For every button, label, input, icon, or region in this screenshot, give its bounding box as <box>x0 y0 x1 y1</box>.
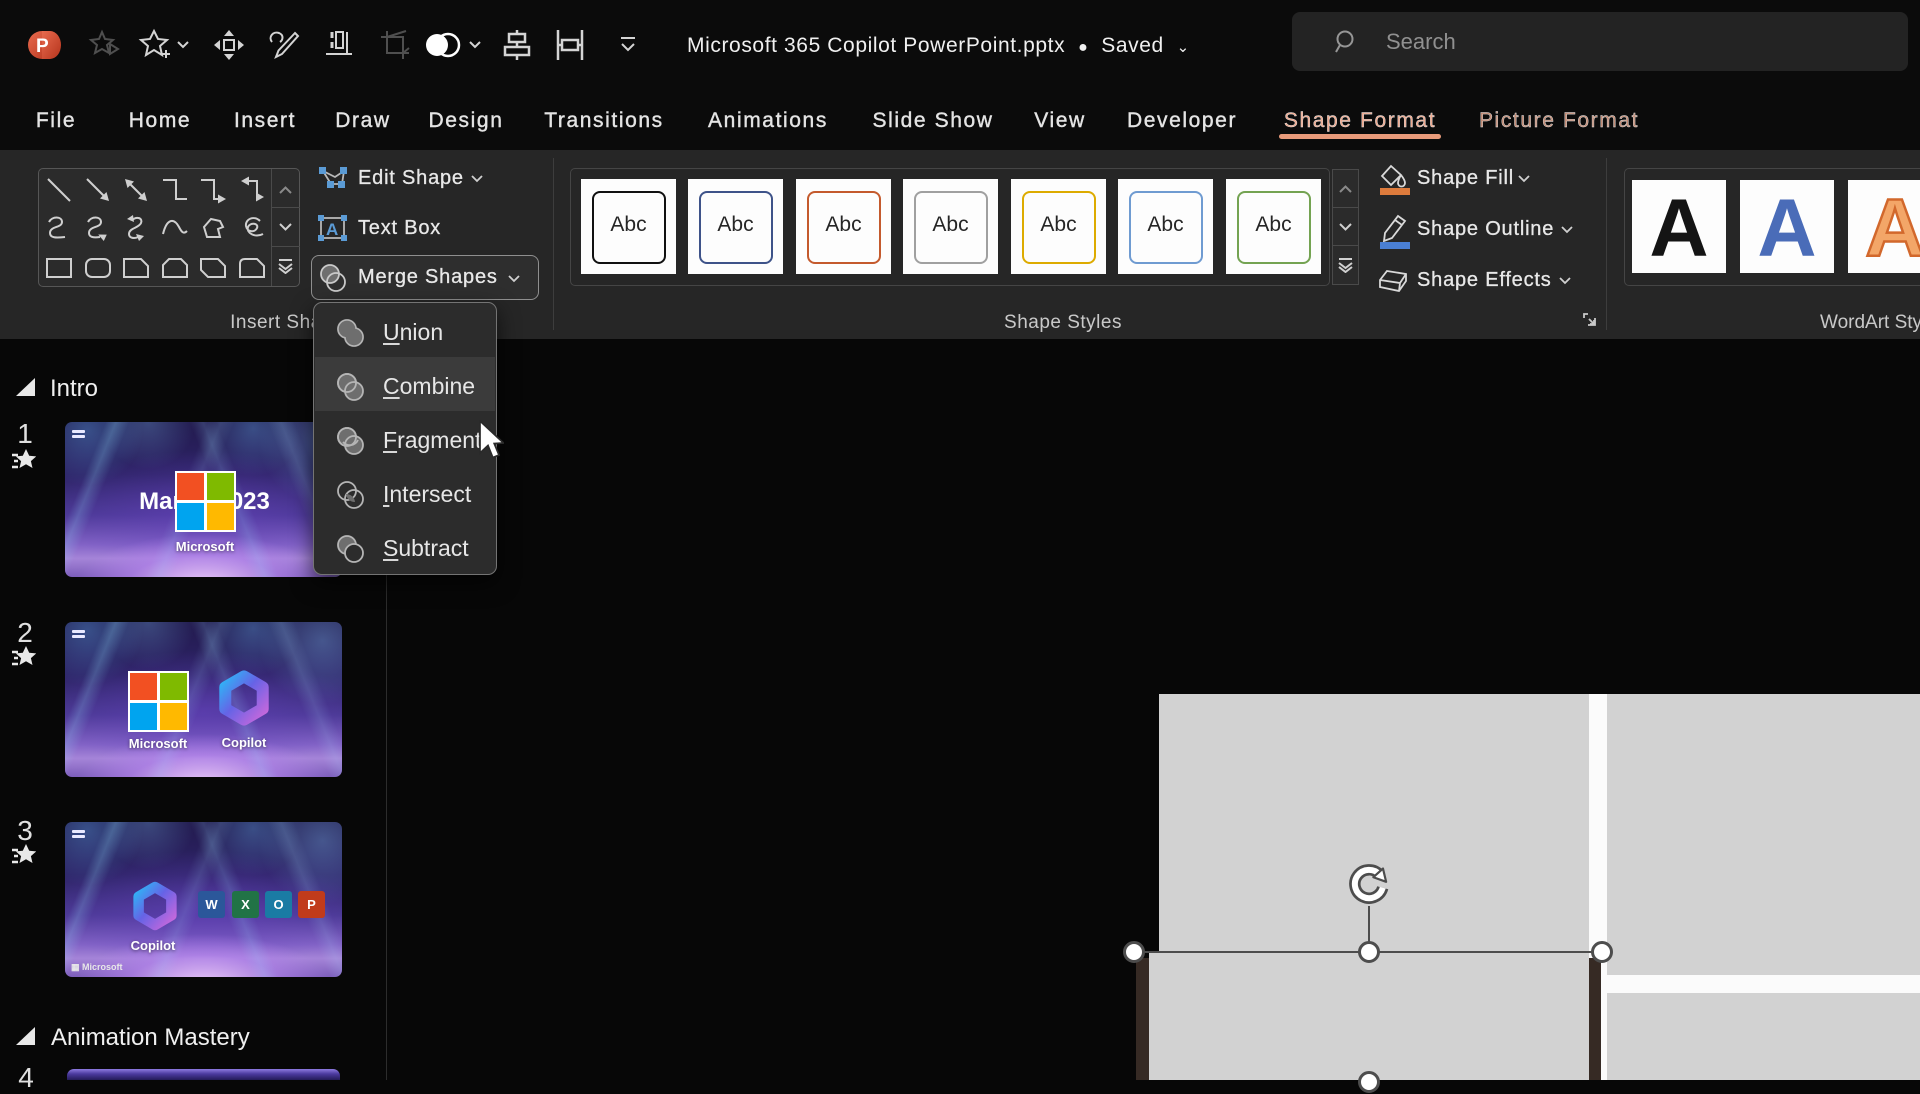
svg-text:P: P <box>36 36 49 57</box>
svg-text:A: A <box>326 220 338 239</box>
